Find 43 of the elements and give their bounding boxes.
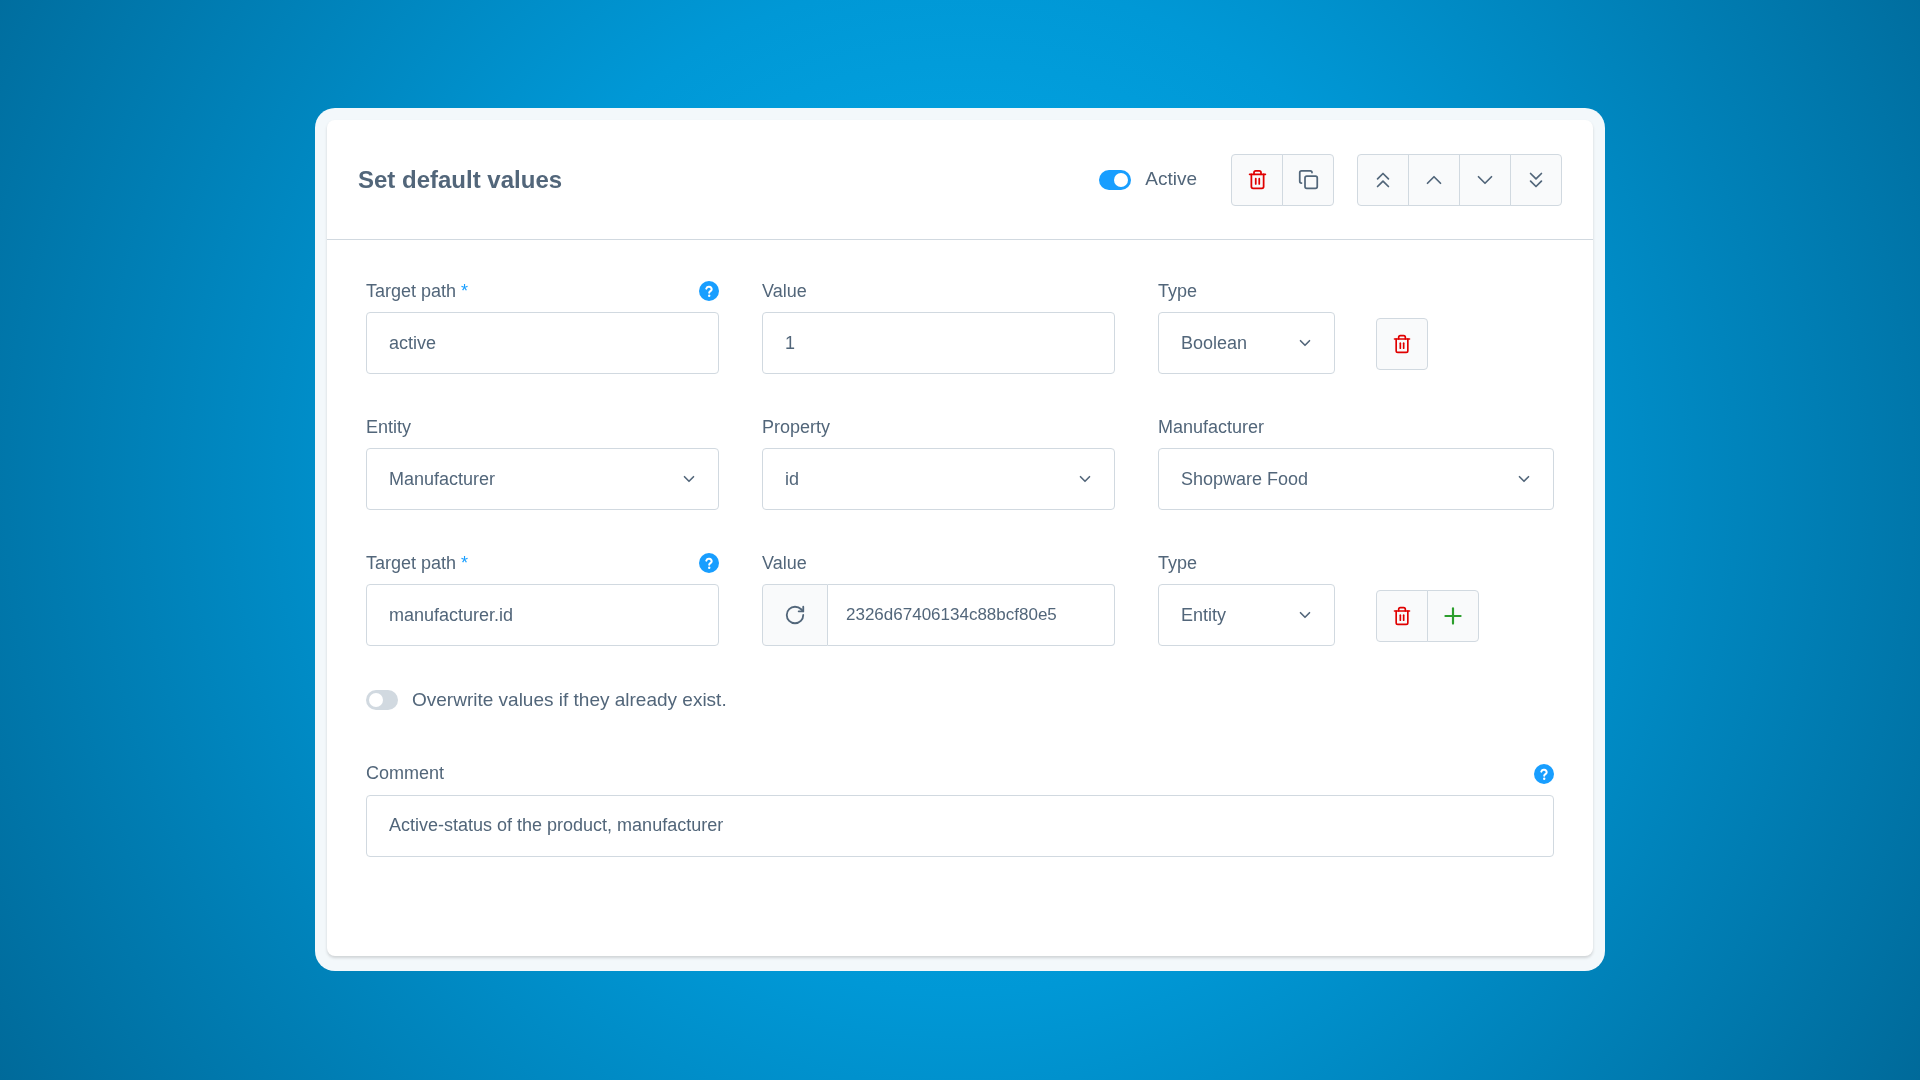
field-label: Target path [366, 279, 457, 303]
copy-icon [1297, 169, 1319, 190]
field-label: Type [1158, 279, 1198, 303]
delete-button[interactable] [1376, 590, 1428, 642]
input-field[interactable]: 1 [762, 312, 1115, 374]
field-label: Value [762, 279, 807, 303]
delete-button[interactable] [1231, 153, 1283, 206]
select-field[interactable]: id [762, 448, 1115, 510]
trash-icon [1392, 334, 1412, 354]
input-field[interactable]: 2326d67406134c88bcf80e5 [828, 584, 1115, 646]
help-icon[interactable] [699, 281, 719, 301]
field-label: Manufacturer [1158, 415, 1265, 439]
duplicate-button[interactable] [1282, 153, 1334, 206]
field-label: Type [1158, 551, 1198, 575]
select-field[interactable]: Entity [1158, 584, 1335, 646]
field-label: Property [762, 415, 831, 439]
field-label: Value [762, 551, 807, 575]
input-field[interactable]: active [366, 312, 719, 374]
required-mark: * [461, 551, 469, 575]
panel-title: Set default values [358, 164, 563, 195]
field-label: Comment [366, 762, 445, 785]
delete-button[interactable] [1376, 318, 1428, 370]
move-top-button[interactable] [1357, 153, 1409, 206]
trash-icon [1392, 606, 1412, 626]
add-button[interactable] [1427, 590, 1479, 642]
move-bottom-button[interactable] [1510, 153, 1562, 206]
input-field[interactable]: manufacturer.id [366, 584, 719, 646]
toggle-switch[interactable] [366, 690, 398, 711]
required-mark: * [461, 279, 469, 303]
field-label: Entity [366, 415, 412, 439]
refresh-icon [784, 604, 806, 626]
toggle-switch[interactable] [1099, 169, 1132, 190]
comment-field[interactable]: Active-status of the product, manufacturer [366, 794, 1554, 857]
help-icon[interactable] [1534, 763, 1554, 784]
help-icon[interactable] [699, 553, 719, 573]
trash-icon [1246, 169, 1268, 190]
toggle-label: Active [1145, 167, 1197, 192]
select-field[interactable]: Shopware Food [1158, 448, 1554, 510]
field-label: Target path [366, 551, 457, 575]
toggle-label: Overwrite values if they already exist. [412, 688, 727, 712]
refresh-button[interactable] [762, 584, 828, 646]
select-field[interactable]: Manufacturer [366, 448, 719, 510]
select-field[interactable]: Boolean [1158, 312, 1335, 374]
